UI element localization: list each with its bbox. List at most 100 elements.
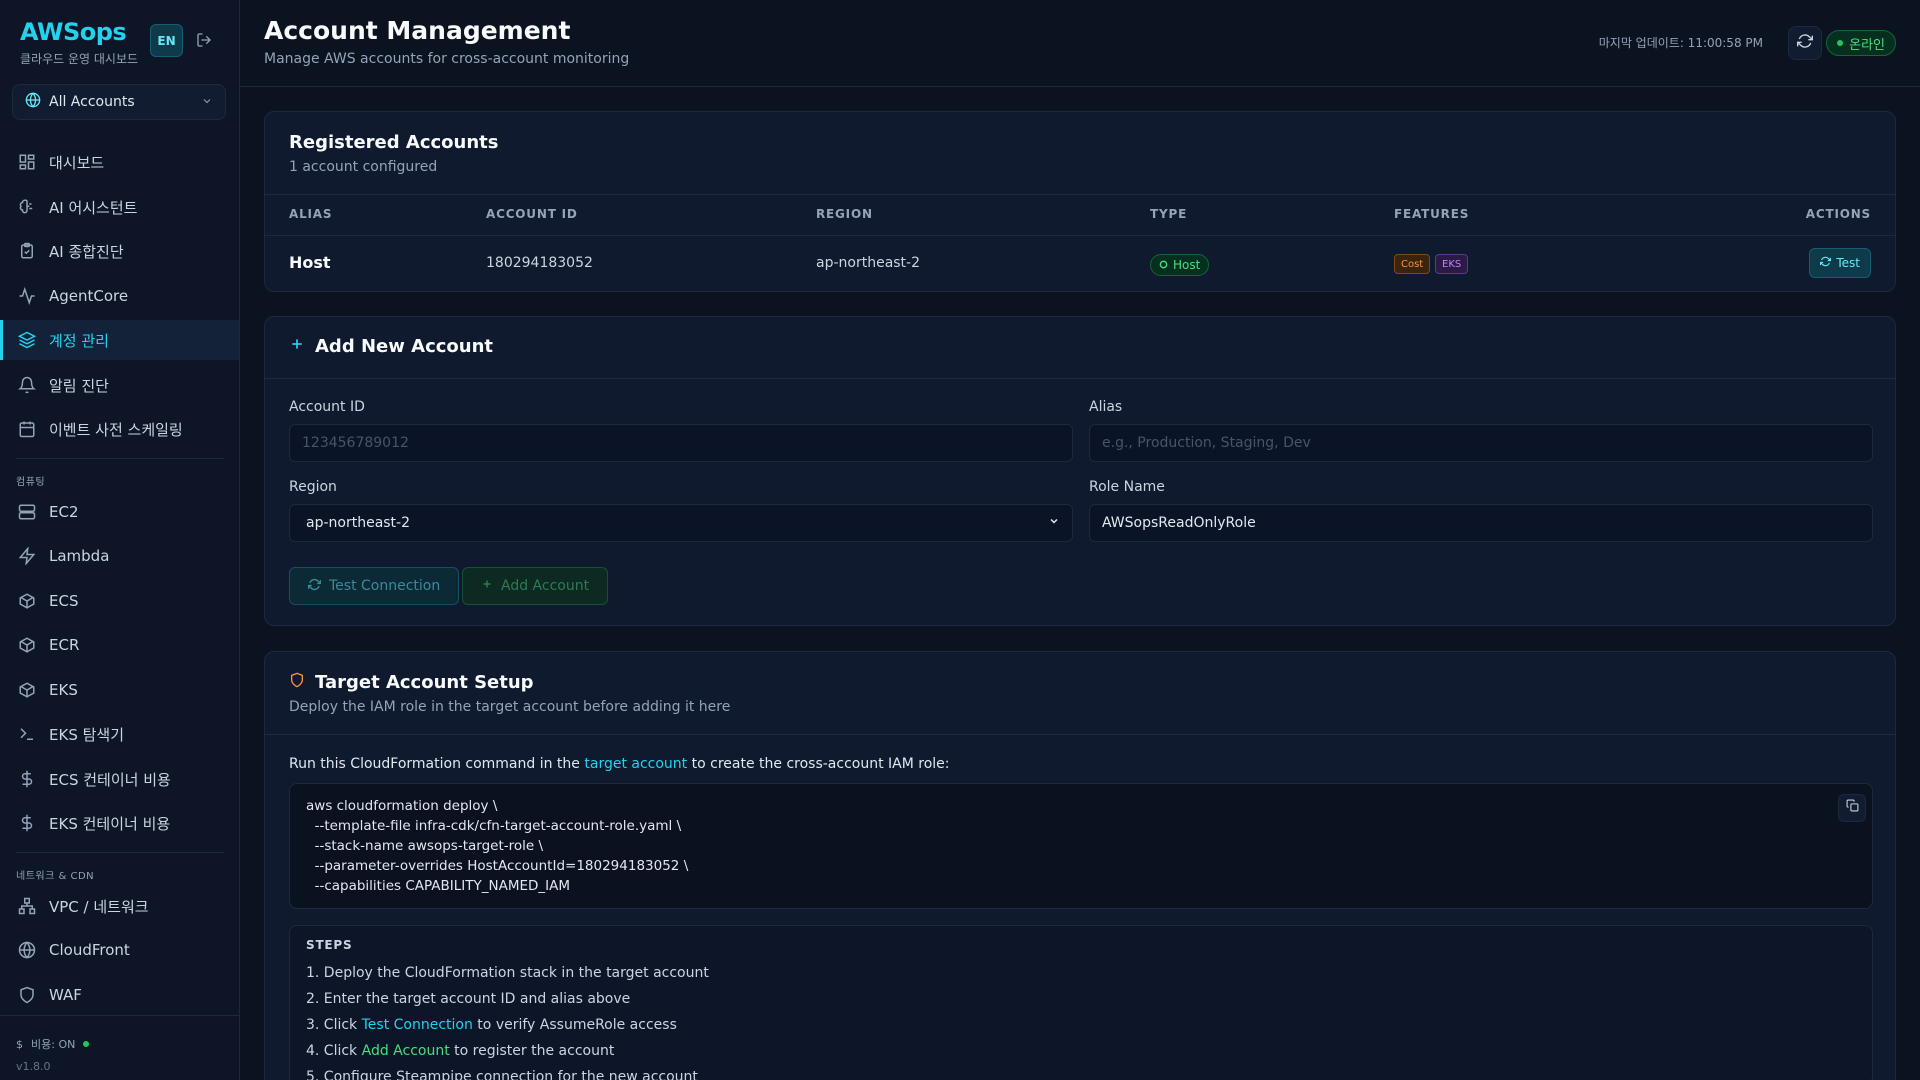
sidebar-item-account-management[interactable]: 계정 관리: [0, 320, 239, 360]
sidebar-item-label: ECS 컨테이너 비용: [49, 770, 171, 789]
status-badge: 온라인: [1826, 30, 1896, 56]
sidebar-item-label: AgentCore: [49, 287, 129, 305]
language-toggle-button[interactable]: EN: [150, 24, 183, 57]
status-badge-label: 온라인: [1849, 37, 1885, 53]
sidebar-item-label: Lambda: [49, 547, 110, 565]
add-account-button[interactable]: Add Account: [462, 567, 609, 605]
sidebar-item-ecs-container-cost[interactable]: ECS 컨테이너 비용: [0, 759, 239, 799]
test-connection-button[interactable]: Test Connection: [289, 567, 460, 605]
sidebar-item-lambda[interactable]: Lambda: [0, 536, 239, 576]
region-select[interactable]: ap-northeast-2: [289, 504, 1073, 542]
test-account-button[interactable]: Test: [1809, 248, 1871, 278]
box-icon: [18, 592, 36, 610]
app-version: v1.8.0: [16, 1060, 51, 1073]
sidebar-item-event-prescaling[interactable]: 이벤트 사전 스케일링: [0, 409, 239, 449]
step-text: to register the account: [449, 1043, 615, 1059]
step-add-account-ref: Add Account: [361, 1043, 450, 1059]
dollar-icon: $: [16, 1037, 23, 1051]
sidebar-item-eks-explorer[interactable]: EKS 탐색기: [0, 714, 239, 754]
logout-icon[interactable]: [196, 32, 212, 48]
table-header-divider: [265, 235, 1895, 236]
add-account-title: Add New Account: [289, 336, 493, 357]
step-text: 3. Click: [306, 1017, 362, 1033]
sidebar-item-label: ECS: [49, 592, 79, 610]
section-heading-compute: 컴퓨팅: [16, 477, 46, 488]
sidebar-item-cloudfront[interactable]: CloudFront: [0, 930, 239, 970]
sidebar-item-ecs[interactable]: ECS: [0, 581, 239, 621]
target-setup-card: Target Account Setup Deploy the IAM role…: [264, 651, 1896, 1080]
brain-icon: [18, 198, 36, 216]
sidebar-item-eks[interactable]: EKS: [0, 670, 239, 710]
account-alias: Host: [289, 253, 331, 272]
plus-icon: [481, 578, 493, 594]
sidebar-item-label: 계정 관리: [49, 331, 109, 350]
sidebar-item-label: 알림 진단: [49, 376, 109, 395]
account-id-input[interactable]: 123456789012: [289, 424, 1073, 462]
steps-title: STEPS: [306, 938, 353, 952]
sidebar-item-ecr[interactable]: ECR: [0, 625, 239, 665]
step-item: 3. Click Test Connection to verify Assum…: [306, 1012, 1856, 1038]
account-id-label: Account ID: [289, 399, 365, 415]
page-subtitle: Manage AWS accounts for cross-account mo…: [264, 51, 630, 67]
sidebar-item-eks-container-cost[interactable]: EKS 컨테이너 비용: [0, 803, 239, 843]
step-item: 5. Configure Steampipe connection for th…: [306, 1069, 698, 1080]
activity-icon: [18, 287, 36, 305]
dollar-icon: [18, 814, 36, 832]
region-label: Region: [289, 479, 337, 495]
account-selector[interactable]: All Accounts: [12, 84, 226, 120]
column-header-alias: ALIAS: [289, 207, 333, 221]
sidebar-item-label: WAF: [49, 986, 82, 1004]
layers-icon: [18, 331, 36, 349]
card-divider: [265, 734, 1895, 735]
sidebar-item-label: ECR: [49, 636, 80, 654]
code-line: --stack-name awsops-target-role \: [306, 838, 544, 854]
status-dot-icon: [83, 1041, 90, 1047]
target-account-link[interactable]: target account: [584, 756, 687, 772]
sidebar-item-waf[interactable]: WAF: [0, 975, 239, 1015]
sidebar-divider: [16, 458, 224, 459]
code-line: aws cloudformation deploy \: [306, 798, 498, 814]
terminal-icon: [18, 725, 36, 743]
clipboard-icon: [18, 242, 36, 260]
step-item: 1. Deploy the CloudFormation stack in th…: [306, 965, 709, 981]
sidebar-item-ai-diagnosis[interactable]: AI 종합진단: [0, 231, 239, 271]
grid-icon: [18, 153, 36, 171]
column-header-region: REGION: [816, 207, 873, 221]
account-type-label: Host: [1173, 258, 1201, 272]
sidebar-item-ec2[interactable]: EC2: [0, 492, 239, 532]
globe-icon: [18, 941, 36, 959]
bell-icon: [18, 376, 36, 394]
region-select-value: ap-northeast-2: [306, 515, 411, 531]
chevron-down-icon: [1048, 515, 1060, 531]
app-subtitle: 클라우드 운영 대시보드: [20, 52, 139, 66]
sidebar-item-label: 이벤트 사전 스케일링: [49, 420, 183, 439]
sidebar-item-label: EKS: [49, 681, 78, 699]
sidebar-item-dashboard[interactable]: 대시보드: [0, 142, 239, 182]
test-connection-label: Test Connection: [329, 578, 441, 594]
refresh-button[interactable]: [1788, 26, 1822, 60]
step-text: to verify AssumeRole access: [472, 1017, 677, 1033]
circle-icon: [1159, 258, 1168, 272]
section-heading-network: 네트워크 & CDN: [16, 871, 95, 882]
code-line: --capabilities CAPABILITY_NAMED_IAM: [306, 878, 571, 894]
sidebar-item-alert-diagnosis[interactable]: 알림 진단: [0, 365, 239, 405]
app-logo[interactable]: AWSops: [20, 18, 138, 46]
sidebar-item-vpc[interactable]: VPC / 네트워크: [0, 886, 239, 926]
role-name-label: Role Name: [1089, 479, 1165, 495]
sidebar-item-agentcore[interactable]: AgentCore: [0, 276, 239, 316]
target-setup-title: Target Account Setup: [289, 672, 534, 693]
copy-button[interactable]: [1838, 794, 1866, 822]
shield-icon: [18, 986, 36, 1004]
run-instruction: Run this CloudFormation command in the t…: [289, 756, 950, 772]
calendar-icon: [18, 420, 36, 438]
alias-input[interactable]: e.g., Production, Staging, Dev: [1089, 424, 1873, 462]
column-header-account-id: ACCOUNT ID: [486, 207, 578, 221]
cost-status: $ 비용: ON: [16, 1036, 90, 1052]
setup-steps: STEPS 1. Deploy the CloudFormation stack…: [289, 925, 1873, 1080]
role-name-input[interactable]: AWSopsReadOnlyRole: [1089, 504, 1873, 542]
network-icon: [18, 897, 36, 915]
sidebar-item-label: EKS 탐색기: [49, 725, 125, 744]
sidebar-item-ai-assistant[interactable]: AI 어시스턴트: [0, 187, 239, 227]
step-item: 4. Click Add Account to register the acc…: [306, 1038, 1856, 1064]
chevron-down-icon: [201, 93, 213, 111]
